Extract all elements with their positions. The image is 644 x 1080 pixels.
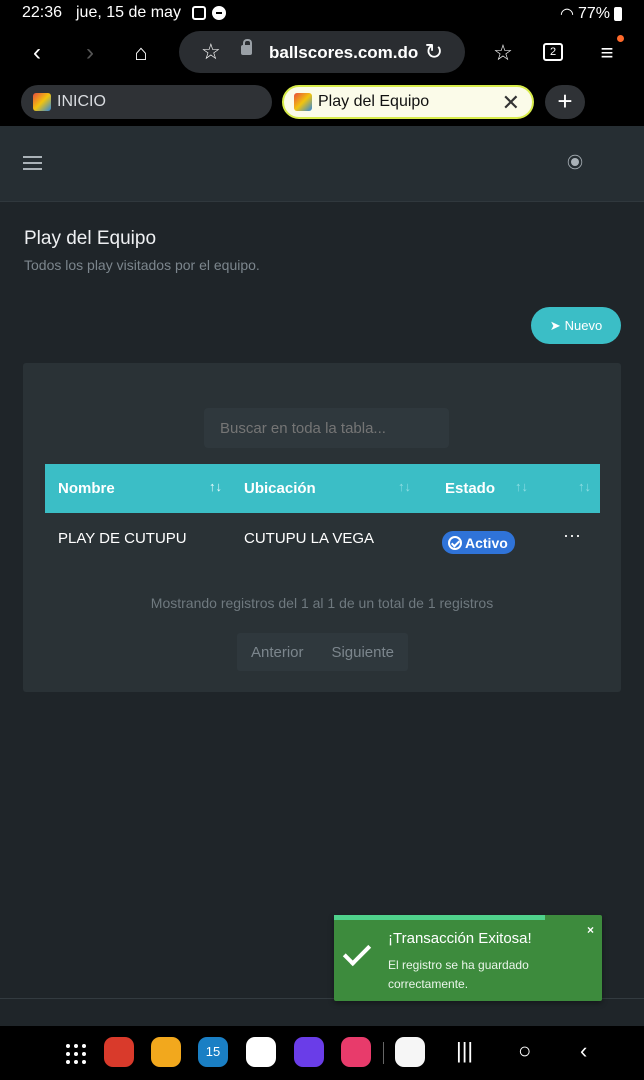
toast-title: ¡Transacción Exitosa! xyxy=(388,930,532,947)
column-header-estado[interactable]: Estado xyxy=(445,480,495,497)
status-badge-label: Activo xyxy=(465,534,508,551)
recents-icon[interactable]: ||| xyxy=(456,1038,473,1064)
tab-label: Play del Equipo xyxy=(318,93,430,110)
do-not-disturb-icon xyxy=(212,6,226,20)
column-header-nombre[interactable]: Nombre xyxy=(58,480,115,497)
tab-label: INICIO xyxy=(57,93,106,110)
hamburger-menu-icon[interactable] xyxy=(23,156,42,170)
pagination: Anterior Siguiente xyxy=(237,633,408,671)
new-tab-button[interactable]: + xyxy=(545,85,585,119)
date: jue, 15 de may xyxy=(76,4,181,21)
sort-icon[interactable]: ↑↓ xyxy=(515,479,528,494)
address-bar[interactable]: ☆ ballscores.com.do ↻ xyxy=(179,31,465,73)
notification-dot xyxy=(617,35,624,42)
system-back-icon[interactable]: ‹ xyxy=(580,1038,587,1064)
page-subtitle: Todos los play visitados por el equipo. xyxy=(24,257,260,273)
sort-icon[interactable]: ↑↓ xyxy=(398,479,411,494)
keep-notes-app-icon[interactable] xyxy=(395,1037,425,1067)
new-button[interactable]: ➤ Nuevo xyxy=(531,307,621,344)
system-navigation-bar: 15 ||| ○ ‹ xyxy=(0,1026,644,1080)
forward-icon[interactable]: › xyxy=(73,36,107,70)
browser-app-icon[interactable] xyxy=(294,1037,324,1067)
site-favicon-icon xyxy=(33,93,51,111)
table-info: Mostrando registros del 1 al 1 de un tot… xyxy=(150,595,494,611)
cell-nombre: PLAY DE CUTUPU xyxy=(58,530,187,547)
reload-icon[interactable]: ↻ xyxy=(425,39,443,65)
bookmark-star-icon[interactable]: ☆ xyxy=(201,39,221,65)
sort-icon[interactable]: ↑↓ xyxy=(578,479,591,494)
tab-inicio[interactable]: INICIO xyxy=(21,85,272,119)
next-button[interactable]: Siguiente xyxy=(331,644,394,661)
send-icon: ➤ xyxy=(549,317,561,333)
site-favicon-icon xyxy=(294,93,312,111)
table-card: Nombre ↑↓ Ubicación ↑↓ Estado ↑↓ ↑↓ PLAY… xyxy=(23,363,621,692)
battery-icon xyxy=(614,7,622,21)
previous-button[interactable]: Anterior xyxy=(251,644,304,661)
table-row[interactable]: PLAY DE CUTUPU CUTUPU LA VEGA Activo ··· xyxy=(45,513,600,565)
camera-app-icon[interactable] xyxy=(341,1037,371,1067)
battery-percentage: 77% xyxy=(577,5,610,22)
browser-toolbar: ‹ › ⌂ ☆ ballscores.com.do ↻ ☆ 2 ≡ xyxy=(0,28,644,78)
screenshot-icon xyxy=(192,6,206,20)
search-input[interactable] xyxy=(204,408,449,448)
flipboard-app-icon[interactable] xyxy=(104,1037,134,1067)
check-circle-icon xyxy=(448,535,462,550)
wifi-icon: ◠ xyxy=(560,6,574,23)
tab-play-del-equipo[interactable]: Play del Equipo ✕ xyxy=(282,85,534,119)
page-title: Play del Equipo xyxy=(24,228,157,249)
success-toast[interactable]: ¡Transacción Exitosa! El registro se ha … xyxy=(334,915,602,1001)
url-text[interactable]: ballscores.com.do xyxy=(269,43,418,63)
home-icon[interactable]: ⌂ xyxy=(124,36,158,70)
calendar-app-icon[interactable]: 15 xyxy=(198,1037,228,1067)
status-badge: Activo xyxy=(442,531,515,554)
lock-icon xyxy=(241,39,252,55)
status-bar: 22:36 jue, 15 de may ◠ 77% xyxy=(0,0,644,28)
toast-progress-bar xyxy=(334,915,545,920)
toast-close-icon[interactable]: × xyxy=(587,923,594,937)
app-header xyxy=(0,126,644,202)
sort-icon[interactable]: ↑↓ xyxy=(209,479,222,494)
toast-message: El registro se ha guardado correctamente… xyxy=(388,958,529,991)
table-header: Nombre ↑↓ Ubicación ↑↓ Estado ↑↓ ↑↓ xyxy=(45,464,600,513)
files-app-icon[interactable] xyxy=(151,1037,181,1067)
app-drawer-icon[interactable] xyxy=(66,1044,86,1064)
close-tab-icon[interactable]: ✕ xyxy=(502,90,520,116)
theme-toggle-sun-icon[interactable] xyxy=(571,158,579,166)
bookmarks-icon[interactable]: ☆ xyxy=(486,36,520,70)
messages-app-icon[interactable] xyxy=(246,1037,276,1067)
home-circle-icon[interactable]: ○ xyxy=(518,1038,531,1064)
more-options-icon[interactable]: ··· xyxy=(563,525,581,546)
clock: 22:36 xyxy=(22,4,63,21)
new-button-label: Nuevo xyxy=(564,318,603,333)
column-header-ubicacion[interactable]: Ubicación xyxy=(244,480,316,497)
back-icon[interactable]: ‹ xyxy=(20,36,54,70)
cell-ubicacion: CUTUPU LA VEGA xyxy=(244,530,375,547)
checkmark-icon xyxy=(342,937,372,967)
tabs-count-icon[interactable]: 2 xyxy=(543,43,563,61)
